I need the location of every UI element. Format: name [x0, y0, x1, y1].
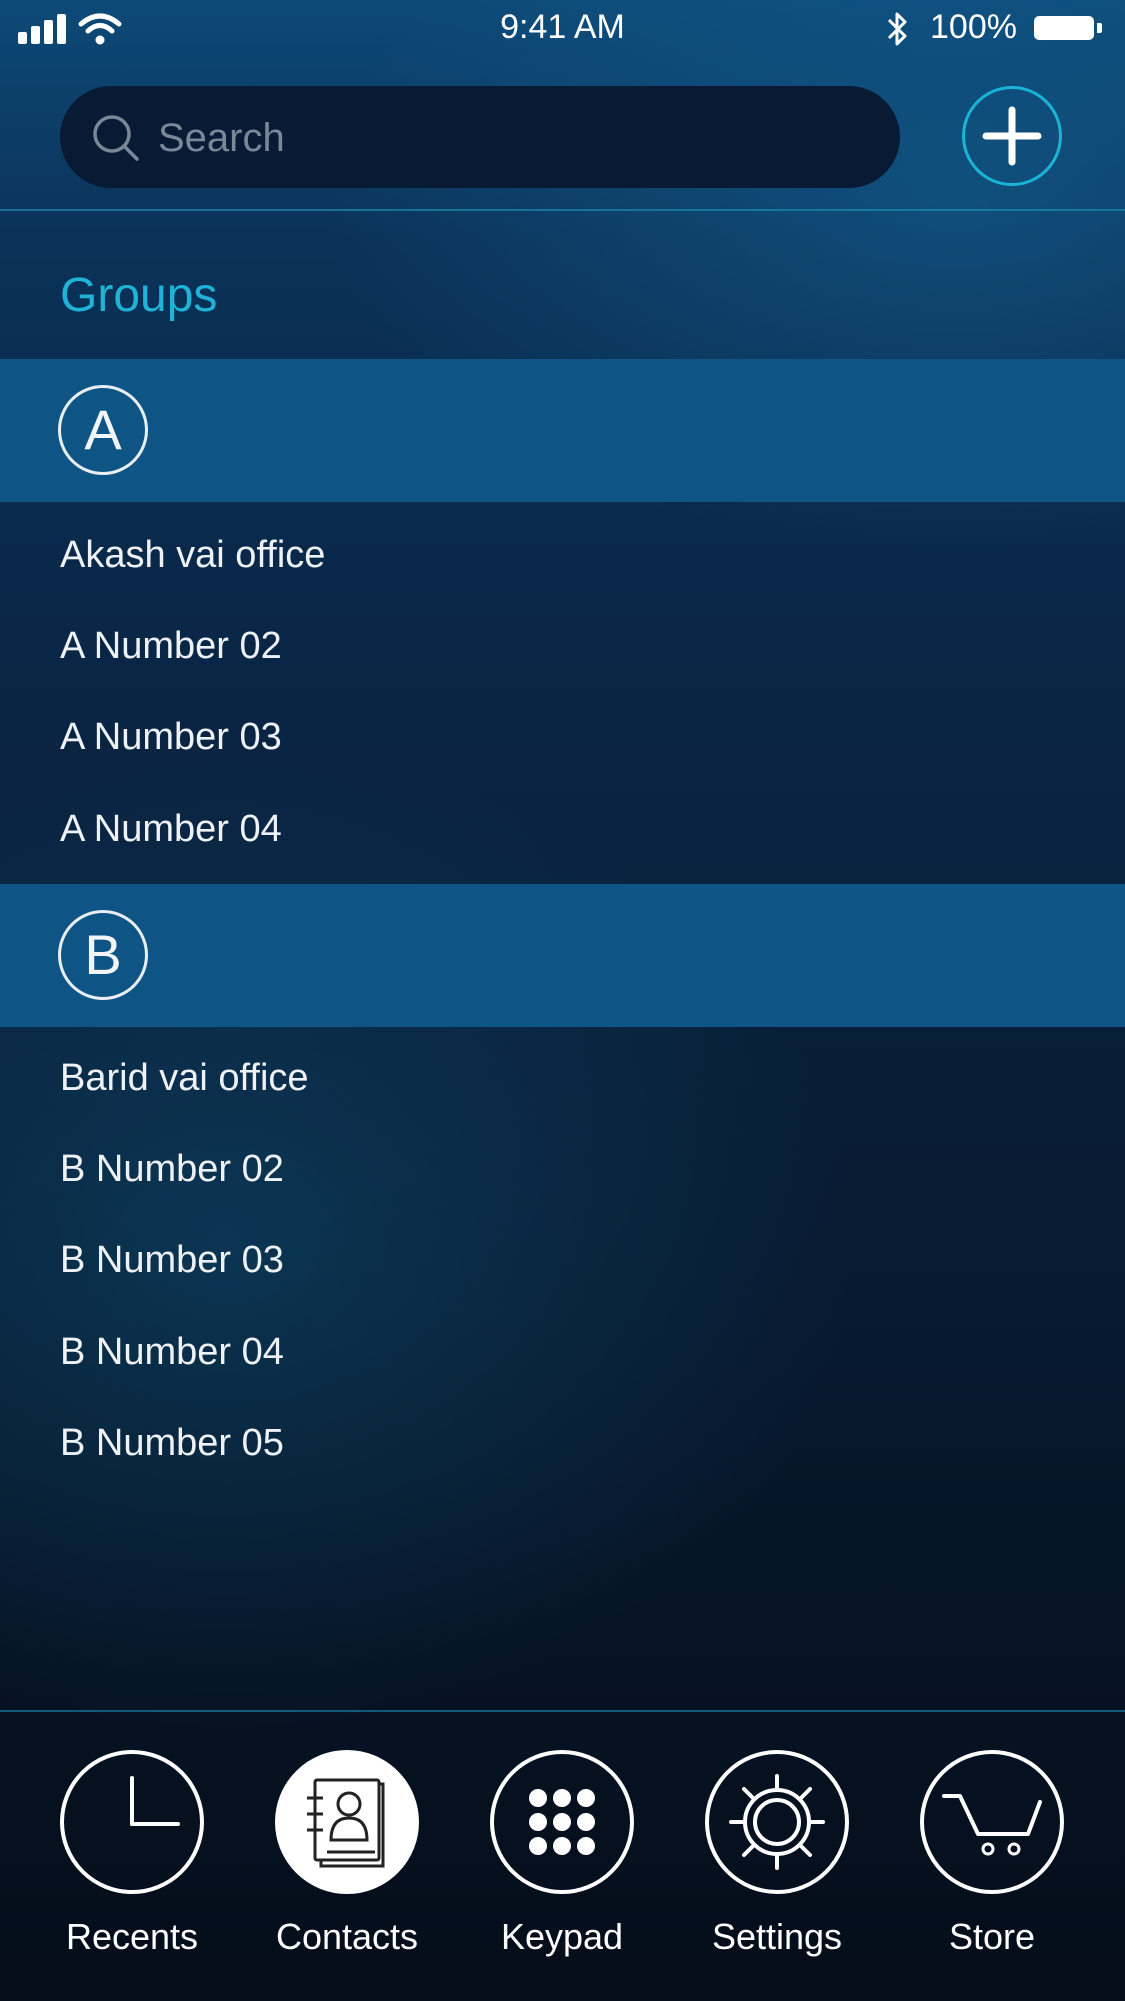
- contacts-groups-screen: 9:41 AM 100% Groups A Akash vai office A…: [0, 0, 1125, 2001]
- contact-item[interactable]: Barid vai office: [60, 1057, 309, 1100]
- tab-label: Recents: [65, 1916, 199, 1957]
- bluetooth-icon: [887, 12, 907, 46]
- keypad-icon: [529, 1789, 595, 1855]
- tab-recents[interactable]: Recents: [58, 1750, 206, 1960]
- contact-item[interactable]: A Number 04: [60, 808, 282, 851]
- cart-icon: [942, 1794, 1042, 1856]
- tab-store[interactable]: Store: [918, 1750, 1066, 1960]
- add-group-button[interactable]: [962, 86, 1062, 186]
- tab-label: Store: [948, 1916, 1036, 1957]
- gear-icon: [729, 1774, 825, 1870]
- battery-percent: 100%: [930, 8, 1017, 46]
- tab-keypad[interactable]: Keypad: [488, 1750, 636, 1960]
- tab-label: Settings: [711, 1916, 843, 1957]
- contact-item[interactable]: Akash vai office: [60, 534, 325, 577]
- tab-settings[interactable]: Settings: [703, 1750, 851, 1960]
- section-letter-b: B: [58, 910, 148, 1000]
- clock-icon: [130, 1776, 180, 1826]
- contact-item[interactable]: B Number 04: [60, 1331, 284, 1374]
- section-letter-a: A: [58, 385, 148, 475]
- contact-item[interactable]: B Number 03: [60, 1239, 284, 1282]
- header-divider: [0, 209, 1125, 211]
- plus-icon: [982, 106, 1042, 166]
- contact-item[interactable]: B Number 05: [60, 1422, 284, 1465]
- battery-tip: [1097, 23, 1102, 33]
- tab-contacts[interactable]: Contacts: [273, 1750, 421, 1960]
- contact-item[interactable]: A Number 03: [60, 716, 282, 759]
- contact-item[interactable]: B Number 02: [60, 1148, 284, 1191]
- status-bar: 9:41 AM 100%: [0, 0, 1125, 60]
- battery-icon: [1034, 16, 1094, 40]
- section-header-a: A: [0, 359, 1125, 502]
- tab-bar-divider: [0, 1710, 1125, 1712]
- search-icon: [93, 115, 139, 161]
- contact-book-icon: [307, 1778, 385, 1868]
- tab-label: Contacts: [275, 1916, 419, 1957]
- search-bar[interactable]: [60, 86, 900, 188]
- groups-title: Groups: [60, 269, 218, 322]
- search-input[interactable]: [156, 104, 880, 172]
- section-header-b: B: [0, 884, 1125, 1027]
- tab-label: Keypad: [500, 1916, 624, 1957]
- contact-item[interactable]: A Number 02: [60, 625, 282, 668]
